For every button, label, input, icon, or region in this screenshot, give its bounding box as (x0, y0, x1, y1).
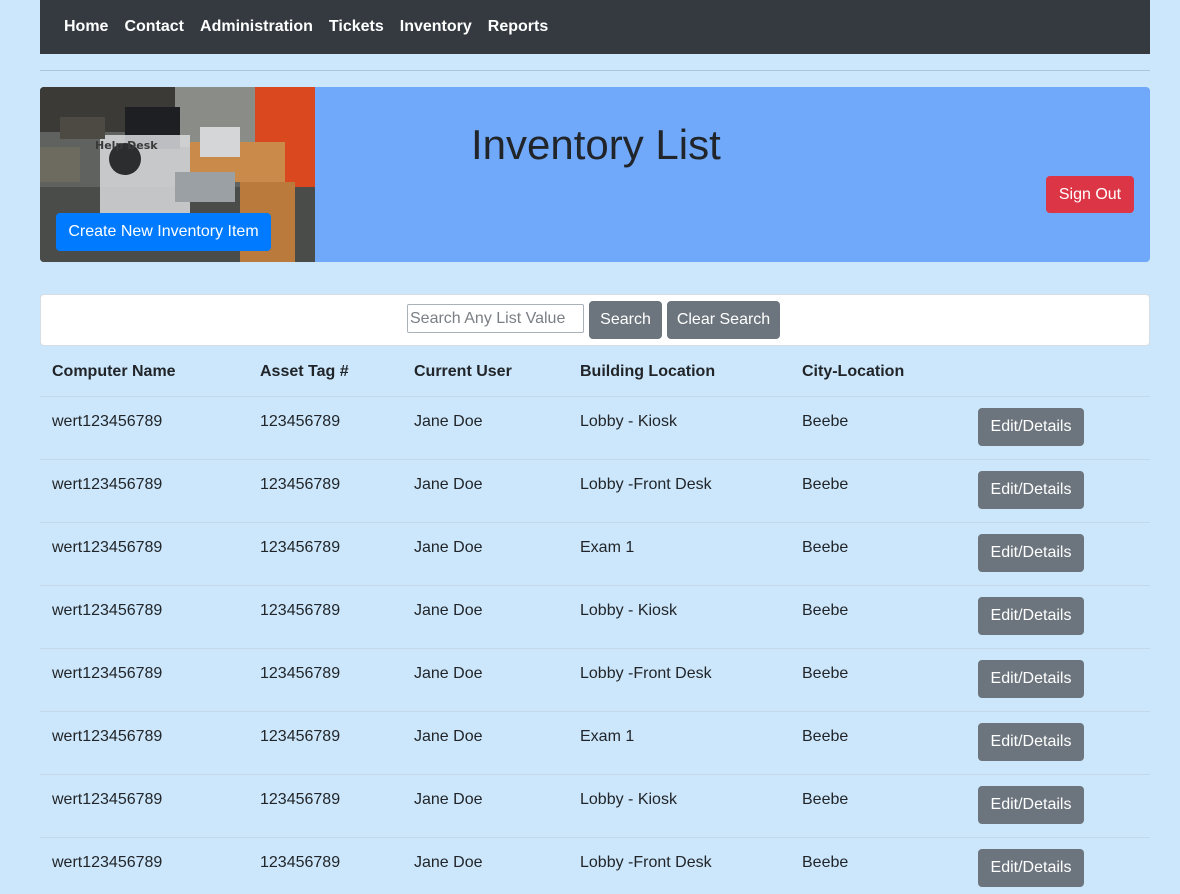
city-location-cell: Beebe (802, 791, 849, 808)
search-button[interactable]: Search (589, 301, 662, 339)
computer-name-cell: wert123456789 (52, 728, 163, 745)
table-header: Computer Name Asset Tag # Current User B… (40, 346, 1150, 396)
column-header-city-location: City-Location (802, 363, 905, 380)
edit-details-button[interactable]: Edit/Details (978, 786, 1084, 824)
city-location-cell: Beebe (802, 413, 849, 430)
edit-details-button[interactable]: Edit/Details (978, 723, 1084, 761)
building-location-cell: Lobby - Kiosk (580, 413, 677, 430)
nav-inventory[interactable]: Inventory (400, 18, 472, 36)
asset-tag-cell: 123456789 (260, 413, 341, 430)
table-row: wert123456789 123456789 Jane Doe Lobby -Fro… (40, 648, 1150, 711)
asset-tag-cell: 123456789 (260, 602, 341, 619)
sign-out-button[interactable]: Sign Out (1046, 176, 1134, 213)
current-user-cell: Jane Doe (414, 476, 483, 493)
nav-tickets[interactable]: Tickets (329, 18, 384, 36)
computer-name-cell: wert123456789 (52, 476, 163, 493)
edit-details-button[interactable]: Edit/Details (978, 408, 1084, 446)
current-user-cell: Jane Doe (414, 665, 483, 682)
page-title: Inventory List (471, 121, 721, 168)
building-location-cell: Exam 1 (580, 728, 635, 745)
table-row: wert123456789 123456789 Jane Doe Exam 1 Beeb… (40, 711, 1150, 774)
building-location-cell: Lobby - Kiosk (580, 602, 677, 619)
asset-tag-cell: 123456789 (260, 854, 341, 871)
computer-name-cell: wert123456789 (52, 854, 163, 871)
current-user-cell: Jane Doe (414, 413, 483, 430)
edit-details-button[interactable]: Edit/Details (978, 471, 1084, 509)
current-user-cell: Jane Doe (414, 854, 483, 871)
computer-name-cell: wert123456789 (52, 539, 163, 556)
header-divider (40, 70, 1150, 71)
inventory-table: Computer Name Asset Tag # Current User B… (40, 346, 1150, 894)
city-location-cell: Beebe (802, 854, 849, 871)
building-location-cell: Lobby - Kiosk (580, 791, 677, 808)
top-navbar: Home Contact Administration Tickets Inve… (40, 0, 1150, 54)
city-location-cell: Beebe (802, 539, 849, 556)
page-banner: Help Desk Create New Inventory Item Inve… (40, 87, 1150, 262)
edit-details-button[interactable]: Edit/Details (978, 597, 1084, 635)
current-user-cell: Jane Doe (414, 728, 483, 745)
table-row: wert123456789 123456789 Jane Doe Lobby -Fro… (40, 837, 1150, 894)
city-location-cell: Beebe (802, 476, 849, 493)
computer-name-cell: wert123456789 (52, 413, 163, 430)
column-header-building-location: Building Location (580, 363, 716, 380)
nav-home[interactable]: Home (64, 18, 108, 36)
edit-details-button[interactable]: Edit/Details (978, 849, 1084, 887)
nav-administration[interactable]: Administration (200, 18, 313, 36)
building-location-cell: Lobby -Front Desk (580, 665, 712, 682)
search-input[interactable] (407, 304, 584, 333)
edit-details-button[interactable]: Edit/Details (978, 660, 1084, 698)
table-row: wert123456789 123456789 Jane Doe Lobby -Fro… (40, 459, 1150, 522)
table-row: wert123456789 123456789 Jane Doe Lobby - Ki… (40, 774, 1150, 837)
table-body: wert123456789 123456789 Jane Doe Lobby - Ki… (40, 396, 1150, 894)
asset-tag-cell: 123456789 (260, 728, 341, 745)
table-row: wert123456789 123456789 Jane Doe Lobby - Ki… (40, 585, 1150, 648)
computer-name-cell: wert123456789 (52, 665, 163, 682)
asset-tag-cell: 123456789 (260, 476, 341, 493)
nav-reports[interactable]: Reports (488, 18, 548, 36)
computer-name-cell: wert123456789 (52, 602, 163, 619)
asset-tag-cell: 123456789 (260, 791, 341, 808)
current-user-cell: Jane Doe (414, 539, 483, 556)
nav-contact[interactable]: Contact (124, 18, 184, 36)
current-user-cell: Jane Doe (414, 602, 483, 619)
asset-tag-cell: 123456789 (260, 539, 341, 556)
table-row: wert123456789 123456789 Jane Doe Lobby - Ki… (40, 396, 1150, 459)
edit-details-button[interactable]: Edit/Details (978, 534, 1084, 572)
column-header-current-user: Current User (414, 363, 512, 380)
create-inventory-item-button[interactable]: Create New Inventory Item (56, 213, 271, 251)
computer-name-cell: wert123456789 (52, 791, 163, 808)
building-location-cell: Lobby -Front Desk (580, 476, 712, 493)
building-location-cell: Lobby -Front Desk (580, 854, 712, 871)
city-location-cell: Beebe (802, 728, 849, 745)
asset-tag-cell: 123456789 (260, 665, 341, 682)
clear-search-button[interactable]: Clear Search (667, 301, 780, 339)
city-location-cell: Beebe (802, 665, 849, 682)
search-bar: Search Clear Search (40, 294, 1150, 346)
column-header-computer-name: Computer Name (52, 363, 176, 380)
help-desk-sign-text: Help Desk (95, 139, 158, 152)
current-user-cell: Jane Doe (414, 791, 483, 808)
building-location-cell: Exam 1 (580, 539, 635, 556)
table-row: wert123456789 123456789 Jane Doe Exam 1 Beeb… (40, 522, 1150, 585)
column-header-asset-tag: Asset Tag # (260, 363, 349, 380)
city-location-cell: Beebe (802, 602, 849, 619)
